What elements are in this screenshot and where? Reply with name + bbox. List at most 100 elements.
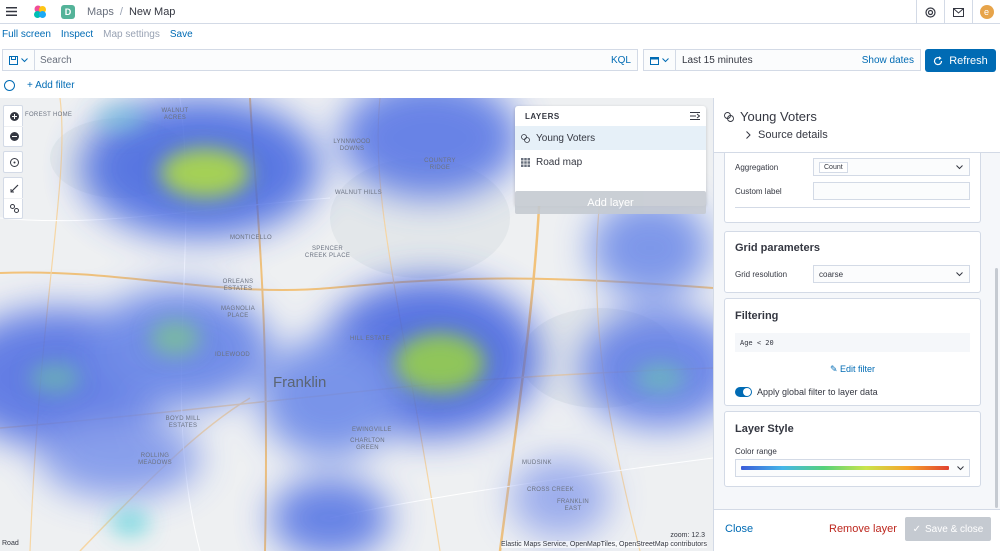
calendar-icon[interactable]	[644, 50, 676, 70]
color-ramp	[741, 466, 949, 470]
mail-icon[interactable]	[944, 0, 972, 24]
road-label: Road	[2, 540, 19, 547]
help-icon[interactable]	[916, 0, 944, 24]
breadcrumb-separator: /	[119, 5, 123, 18]
edit-filter-button[interactable]: ✎ Edit filter	[725, 364, 980, 375]
apply-global-filter-label: Apply global filter to layer data	[757, 387, 878, 397]
place-label: WALNUT ACRES	[161, 108, 189, 121]
place-label: ROLLING MEADOWS	[138, 453, 172, 466]
aggregation-select[interactable]: Count	[813, 158, 970, 176]
place-label: CROSS CREEK	[527, 487, 574, 493]
zoom-in-icon[interactable]	[4, 106, 24, 126]
place-label: WALNUT HILLS	[335, 190, 382, 196]
tools-control	[3, 177, 24, 219]
place-label: BOYD MILL ESTATES	[165, 416, 201, 429]
filter-options-icon[interactable]	[4, 79, 15, 91]
compass-control	[3, 151, 23, 173]
space-avatar[interactable]: D	[61, 4, 75, 19]
heatmap-icon	[521, 133, 530, 143]
chevron-right-icon	[746, 131, 751, 139]
tiles-icon	[521, 157, 530, 167]
place-label: FRANKLIN EAST	[556, 499, 590, 512]
custom-label-input[interactable]	[813, 182, 970, 200]
user-menu[interactable]: e	[972, 0, 1000, 24]
saved-query-button[interactable]	[3, 50, 35, 70]
map-attribution[interactable]: Elastic Maps Service, OpenMapTiles, Open…	[501, 541, 707, 548]
place-label: LYNNWOOD DOWNS	[333, 139, 371, 152]
refresh-button[interactable]: Refresh	[925, 49, 996, 72]
full-screen-link[interactable]: Full screen	[2, 29, 51, 45]
layer-item-road-map[interactable]: Road map	[515, 150, 706, 174]
save-close-label: Save & close	[925, 523, 984, 535]
inspect-link[interactable]: Inspect	[61, 29, 93, 45]
source-details-label: Source details	[758, 129, 828, 141]
heatmap-icon	[724, 111, 734, 122]
measure-icon[interactable]	[4, 178, 24, 198]
add-filter-link[interactable]: + Add filter	[27, 80, 75, 91]
time-picker: Last 15 minutes Show dates	[643, 49, 921, 71]
refresh-label: Refresh	[949, 54, 988, 67]
pencil-icon: ✎	[829, 364, 838, 374]
grid-resolution-value: coarse	[819, 269, 844, 279]
nav-actions: e	[916, 0, 1000, 24]
breadcrumb-maps[interactable]: Maps	[87, 6, 114, 18]
place-label: EWINGVILLE	[352, 427, 392, 433]
place-label: MONTICELLO	[230, 235, 273, 241]
layers-header: LAYERS	[515, 106, 706, 126]
edit-filter-label: Edit filter	[840, 364, 876, 374]
panel-footer: Close Remove layer ✓ Save & close	[714, 509, 1000, 551]
close-button[interactable]: Close	[725, 523, 753, 535]
menu-icon[interactable]	[0, 0, 22, 24]
panel-header: Young Voters Source details	[714, 98, 1000, 153]
color-range-select[interactable]	[735, 459, 970, 477]
aggregation-label: Aggregation	[735, 162, 779, 172]
zoom-out-icon[interactable]	[4, 126, 24, 146]
layer-item-young-voters[interactable]: Young Voters	[515, 126, 706, 150]
chevron-down-icon	[956, 164, 963, 169]
apply-global-filter-toggle[interactable]	[735, 387, 752, 397]
time-range[interactable]: Last 15 minutes	[676, 55, 862, 66]
metrics-card: Aggregation Count Custom label	[724, 153, 981, 223]
apply-global-filter-row: Apply global filter to layer data	[735, 387, 878, 397]
save-link[interactable]: Save	[170, 29, 193, 45]
zoom-controls	[3, 105, 24, 147]
collapse-panel-icon[interactable]	[690, 112, 700, 120]
map-settings-link[interactable]: Map settings	[103, 29, 160, 45]
search-input[interactable]: Search	[35, 55, 611, 66]
breadcrumb-current: New Map	[128, 5, 176, 18]
kql-toggle[interactable]: KQL	[611, 55, 637, 66]
layer-details-panel: Young Voters Source details Aggregation …	[713, 98, 1000, 551]
refresh-icon	[934, 55, 943, 65]
grid-parameters-title: Grid parameters	[735, 242, 820, 254]
save-close-button[interactable]: ✓ Save & close	[905, 517, 991, 541]
kibana-logo-icon[interactable]	[29, 0, 51, 24]
place-label: MAGNOLIA PLACE	[220, 306, 256, 319]
place-label: ORLEANS ESTATES	[222, 279, 254, 292]
place-label: FOREST HOME	[25, 112, 73, 118]
custom-label-label: Custom label	[735, 186, 782, 196]
filtering-title: Filtering	[735, 310, 779, 322]
filter-query: Age < 20	[735, 333, 970, 352]
zoom-level: zoom: 12.3	[670, 532, 705, 539]
filtering-card: Filtering Age < 20 ✎ Edit filter Apply g…	[724, 298, 981, 406]
place-label: CHARLTON GREEN	[350, 438, 385, 451]
show-dates-link[interactable]: Show dates	[862, 55, 920, 66]
divider	[735, 207, 970, 208]
place-label: HILL ESTATE	[350, 336, 390, 342]
top-nav: D Maps / New Map e	[0, 0, 1000, 24]
place-label: MUDSINK	[522, 460, 552, 466]
panel-scrollbar[interactable]	[995, 268, 998, 508]
draw-tool-icon[interactable]	[4, 198, 24, 218]
filter-row: + Add filter	[0, 77, 75, 93]
remove-layer-button[interactable]: Remove layer	[829, 523, 897, 535]
layer-style-title: Layer Style	[735, 423, 794, 435]
layer-title-text: Young Voters	[740, 109, 817, 124]
compass-icon[interactable]	[4, 152, 24, 172]
chevron-down-icon	[957, 465, 964, 470]
aggregation-row: Aggregation Count	[735, 158, 970, 176]
source-details-toggle[interactable]: Source details	[746, 129, 828, 141]
add-layer-button[interactable]: Add layer	[515, 191, 706, 214]
grid-resolution-select[interactable]: coarse	[813, 265, 970, 283]
grid-parameters-card: Grid parameters Grid resolution coarse	[724, 231, 981, 293]
check-icon: ✓	[912, 523, 921, 535]
